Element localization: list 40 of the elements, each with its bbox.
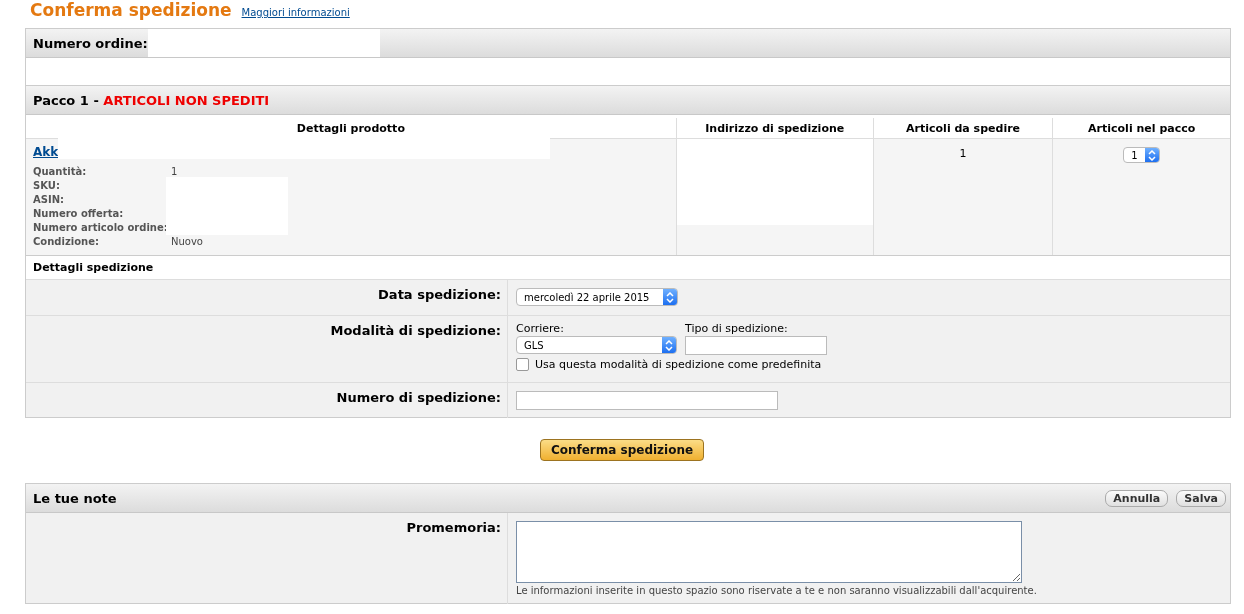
dropdown-arrow-icon (1148, 149, 1157, 161)
detail-label: Numero articolo ordine: (33, 221, 169, 235)
notes-button[interactable]: Annulla (1105, 489, 1169, 507)
carrier-label: Corriere: (516, 322, 565, 335)
field-label: Data spedizione: (26, 280, 508, 315)
field-label: Numero di spedizione: (26, 383, 508, 418)
column-header: Articoli da spedire (873, 118, 1053, 139)
shipping-type-field[interactable] (685, 336, 827, 355)
detail-label: ASIN: (33, 193, 66, 207)
quantity-dropdown[interactable]: 1 (1123, 147, 1161, 163)
dropdown-arrow-icon (665, 339, 673, 351)
product-link[interactable]: Akk (33, 145, 59, 159)
detail-label: Condizione: (33, 235, 100, 249)
hint-text: Le informazioni inserite in questo spazio sono riservate a te e non saranno visualizzabili dall'acquirente. (516, 585, 1038, 596)
order-label: Numero ordine: (33, 35, 148, 51)
carrier-dropdown[interactable]: GLS (516, 336, 677, 354)
detail-value: Nuovo (171, 235, 204, 249)
notes-field[interactable] (516, 521, 1022, 583)
section-title: Dettagli spedizione (26, 255, 1230, 280)
page-title: Conferma spedizione (30, 0, 232, 20)
checkbox-label: Usa questa modalità di spedizione come predefinita (535, 358, 822, 371)
detail-label: Numero offerta: (33, 207, 125, 221)
column-header: Articoli nel pacco (1052, 118, 1230, 139)
date-dropdown[interactable]: mercoledì 22 aprile 2015 (516, 288, 678, 306)
checkbox[interactable] (516, 358, 529, 371)
notes-title: Le tue note (33, 490, 117, 506)
notes-button[interactable]: Salva (1176, 489, 1226, 507)
column-header: Dettagli prodotto (26, 118, 677, 139)
detail-label: SKU: (33, 179, 61, 193)
items-to-ship: 1 (958, 146, 968, 160)
detail-value: 1 (171, 165, 179, 179)
field-label: Modalità di spedizione: (26, 316, 508, 382)
tracking-number-field[interactable] (516, 391, 778, 410)
shipping-type-label: Tipo di spedizione: (685, 322, 789, 335)
confirm-button[interactable]: Conferma spedizione (539, 439, 705, 461)
help-link[interactable]: Maggiori informazioni (241, 7, 350, 18)
package-title: Pacco 1 - ARTICOLI NON SPEDITI (33, 92, 270, 108)
dropdown-arrow-icon (666, 291, 674, 303)
field-label: Promemoria: (26, 513, 508, 604)
detail-label: Quantità: (33, 165, 88, 179)
